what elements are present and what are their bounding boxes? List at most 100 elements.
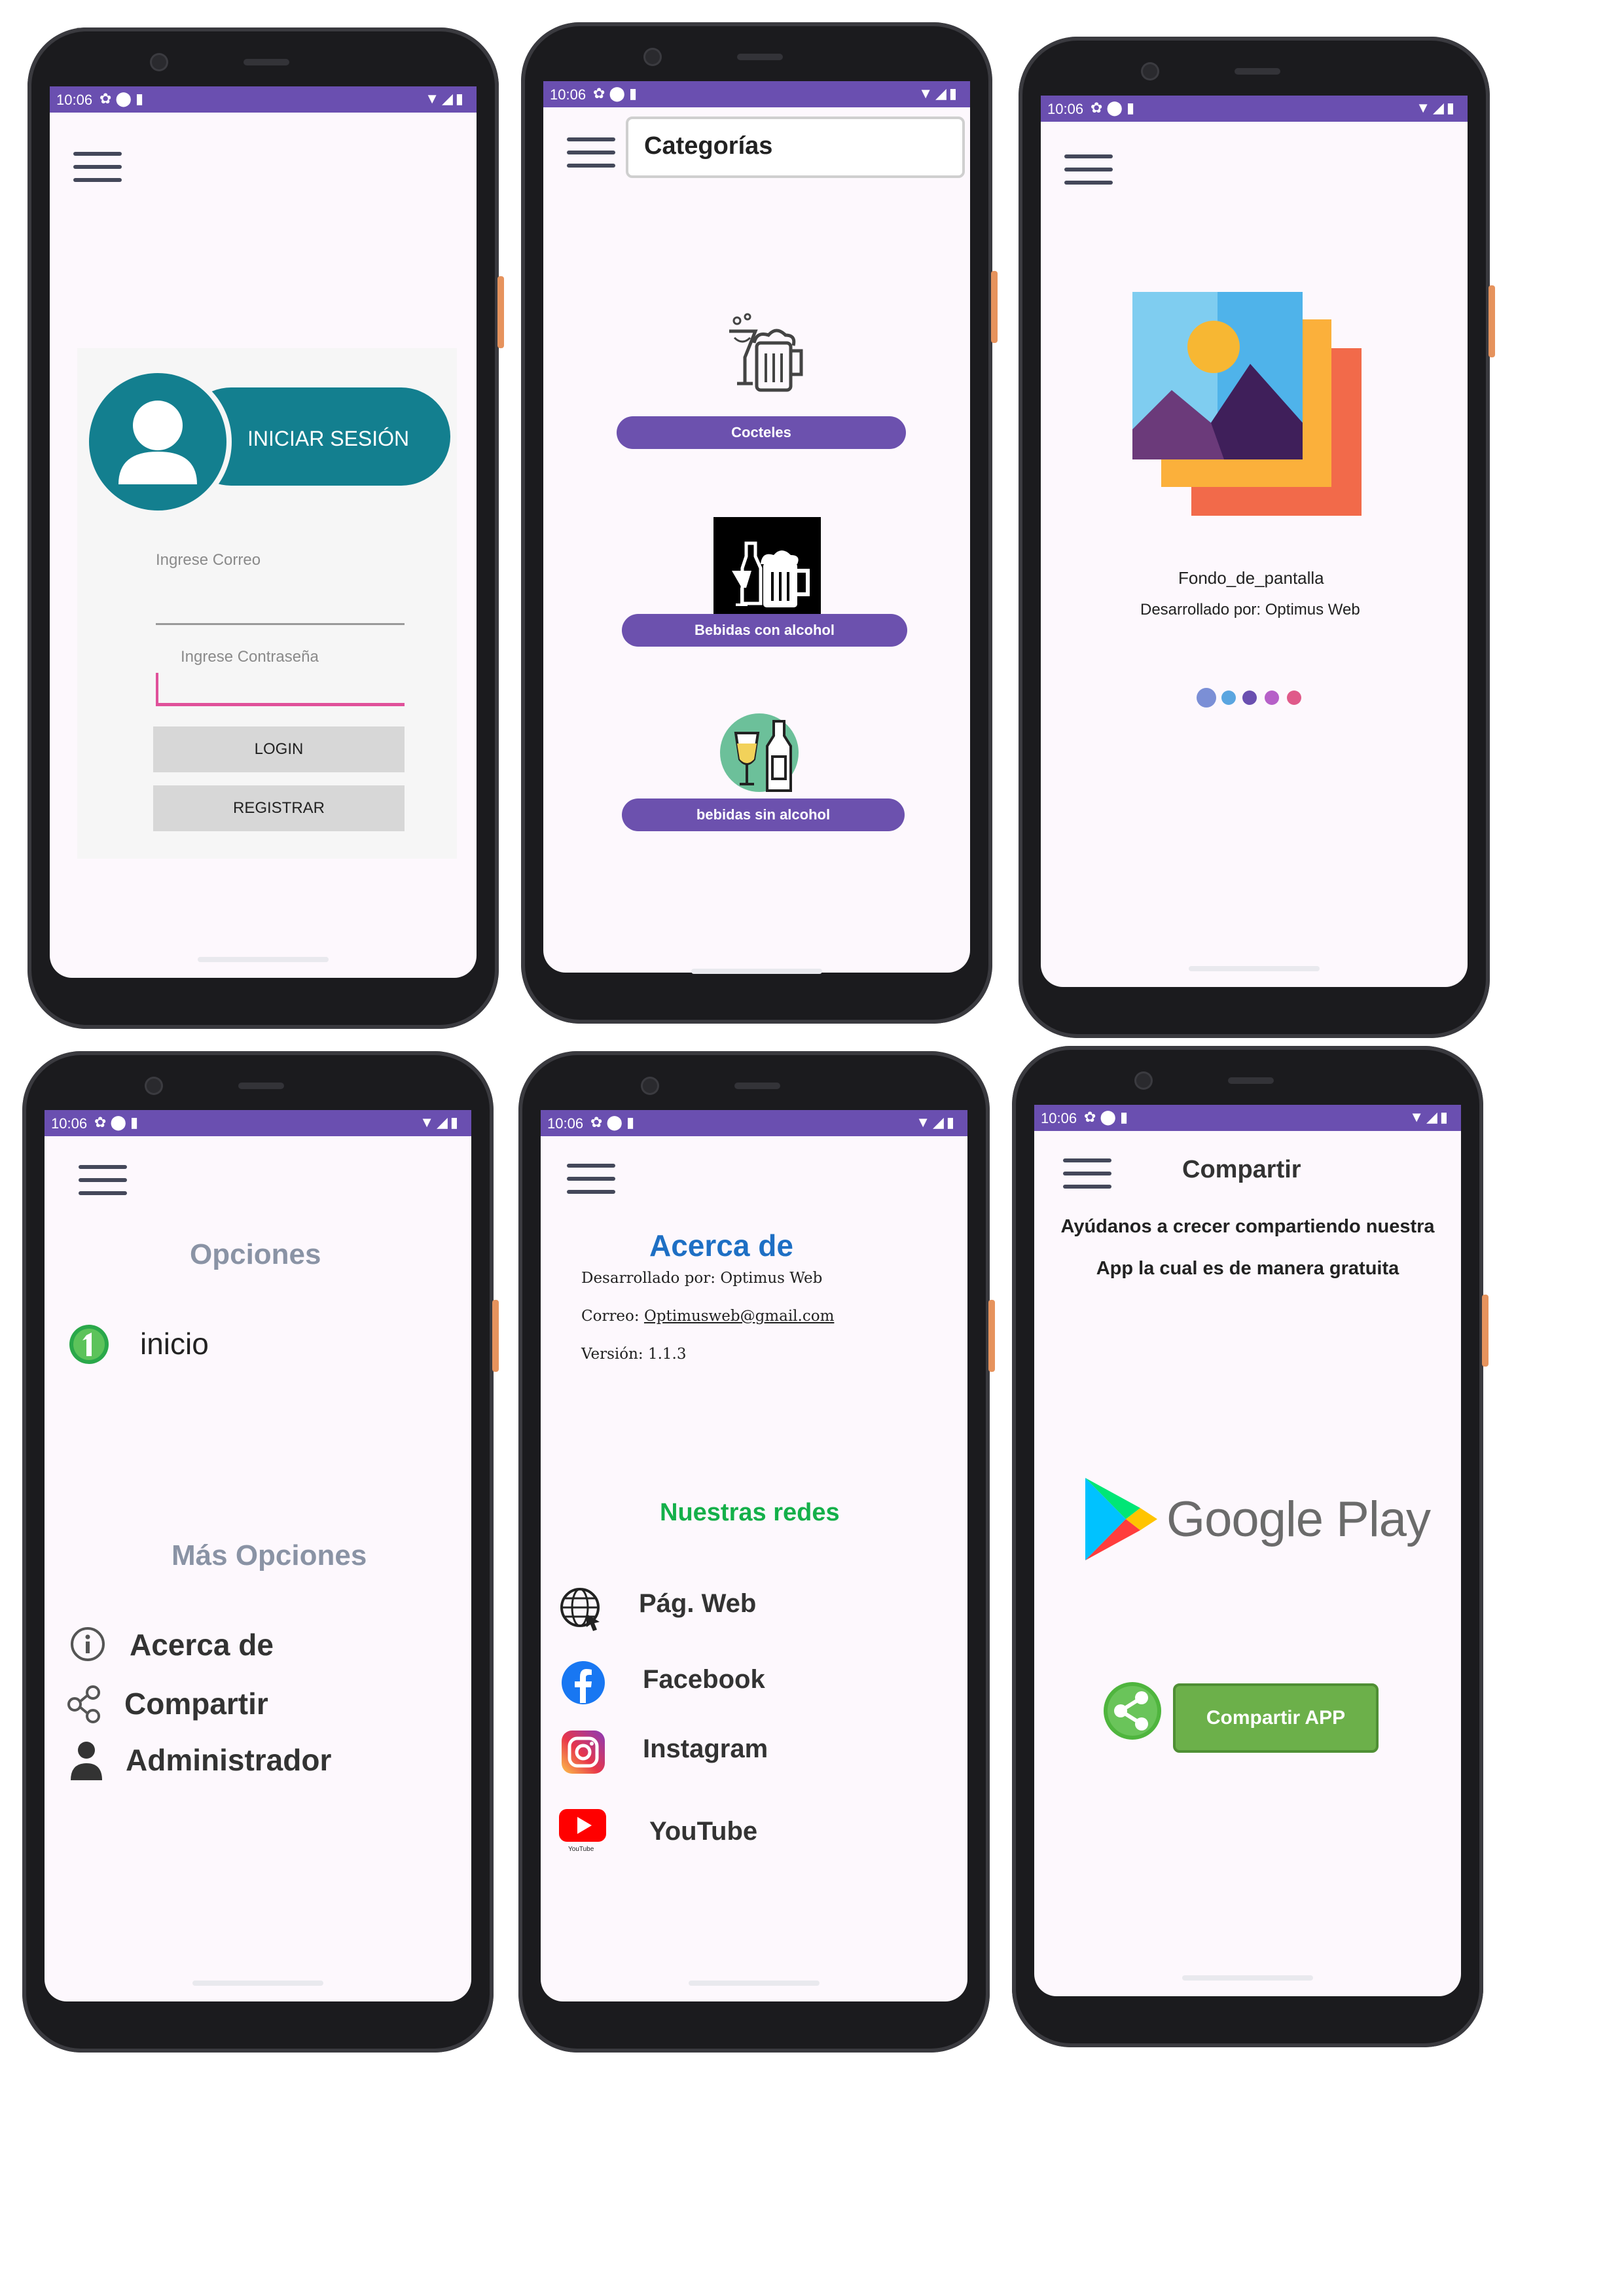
about-email-row: Correo: Optimusweb@gmail.com <box>581 1308 834 1325</box>
hamburger-menu-icon[interactable] <box>73 1152 131 1210</box>
login-button[interactable]: LOGIN <box>153 726 405 772</box>
category-cocteles-button[interactable]: Cocteles <box>617 416 906 449</box>
home-indicator[interactable] <box>689 1981 820 1986</box>
globe-icon <box>560 1588 600 1631</box>
register-button[interactable]: REGISTRAR <box>153 785 405 831</box>
hamburger-menu-icon[interactable] <box>68 139 126 196</box>
network-web-link[interactable]: Pág. Web <box>639 1589 756 1619</box>
section-title-more-options: Más Opciones <box>171 1539 367 1571</box>
front-camera <box>643 1079 657 1093</box>
hamburger-menu-icon[interactable] <box>562 124 619 182</box>
avatar <box>84 368 232 516</box>
youtube-caption: YouTube <box>568 1846 594 1853</box>
home-indicator[interactable] <box>192 1981 323 1986</box>
gallery-logo-icon <box>1132 292 1362 516</box>
share-message-line2: App la cual es de manera gratuita <box>1096 1258 1399 1279</box>
google-play-logo-icon <box>1085 1478 1157 1560</box>
home-indicator[interactable] <box>691 969 822 974</box>
status-icons: ✿⬤▮ <box>593 85 641 101</box>
signal-battery-icon: ▼◢▮ <box>1409 1109 1451 1125</box>
signal-battery-icon: ▼◢▮ <box>918 85 960 101</box>
signal-battery-icon: ▼◢▮ <box>425 90 466 107</box>
category-search-value: Categorías <box>644 132 773 160</box>
networks-title: Nuestras redes <box>660 1499 840 1526</box>
home-indicator[interactable] <box>1182 1975 1313 1981</box>
category-alcohol-button[interactable]: Bebidas con alcohol <box>622 614 907 647</box>
phone-share: 10:06 ✿⬤▮ ▼◢▮ Compartir Ayúdanos a crece… <box>1012 1046 1489 2047</box>
category-search-box[interactable]: Categorías <box>626 117 965 178</box>
loading-dot <box>1265 691 1279 705</box>
login-title: INICIAR SESIÓN <box>247 427 410 450</box>
network-facebook-link[interactable]: Facebook <box>643 1665 765 1695</box>
alcohol-drinks-icon <box>713 517 821 624</box>
status-bar: 10:06 ✿⬤▮ ▼◢▮ <box>541 1110 967 1136</box>
loading-dot <box>1221 691 1236 705</box>
splash-screen: 10:06 ✿⬤▮ ▼◢▮ Fondo_de_pantalla Desarrol… <box>1041 96 1468 987</box>
share-app-button[interactable]: Compartir APP <box>1173 1683 1379 1753</box>
about-version: Versión: 1.1.3 <box>581 1346 687 1363</box>
person-icon <box>71 1742 102 1780</box>
front-camera <box>1136 1073 1151 1088</box>
front-camera <box>152 55 166 69</box>
youtube-icon <box>559 1809 606 1842</box>
share-screen: 10:06 ✿⬤▮ ▼◢▮ Compartir Ayúdanos a crece… <box>1034 1105 1461 1996</box>
status-icons: ✿⬤▮ <box>1084 1109 1132 1125</box>
drawer-item-share[interactable]: Compartir <box>124 1686 268 1721</box>
phone-splash: 10:06 ✿⬤▮ ▼◢▮ Fondo_de_pantalla Desarrol… <box>1019 37 1495 1038</box>
home-indicator[interactable] <box>1189 966 1320 971</box>
google-play-label[interactable]: Google Play <box>1166 1491 1431 1548</box>
signal-battery-icon: ▼◢▮ <box>1416 99 1457 116</box>
password-cursor <box>156 673 158 706</box>
drawer-item-about[interactable]: Acerca de <box>130 1627 274 1662</box>
network-youtube-link[interactable]: YouTube <box>649 1817 757 1846</box>
about-screen: 10:06 ✿⬤▮ ▼◢▮ Acerca de Desarrollado por… <box>541 1110 967 2001</box>
earpiece <box>1228 1077 1274 1084</box>
phone-about: 10:06 ✿⬤▮ ▼◢▮ Acerca de Desarrollado por… <box>518 1051 995 2053</box>
about-email-link[interactable]: Optimusweb@gmail.com <box>644 1308 834 1325</box>
power-button <box>991 271 998 343</box>
status-time: 10:06 <box>56 92 93 108</box>
about-title: Acerca de <box>649 1229 793 1263</box>
home-indicator[interactable] <box>198 957 329 962</box>
status-time: 10:06 <box>547 1115 584 1132</box>
front-camera <box>147 1079 161 1093</box>
categories-screen: 10:06 ✿⬤▮ ▼◢▮ Categorías Cocteles Bebida… <box>543 81 970 973</box>
email-field[interactable]: Ingrese Correo <box>156 551 405 569</box>
network-instagram-link[interactable]: Instagram <box>643 1734 768 1764</box>
login-card: INICIAR SESIÓN Ingrese Correo Ingrese Co… <box>77 348 457 859</box>
earpiece <box>737 54 783 60</box>
front-camera <box>1143 64 1157 79</box>
password-field[interactable]: Ingrese Contraseña <box>181 648 319 666</box>
category-soft-button[interactable]: bebidas sin alcohol <box>622 798 905 831</box>
status-time: 10:06 <box>1047 101 1084 117</box>
signal-battery-icon: ▼◢▮ <box>420 1114 461 1130</box>
number-one-icon <box>69 1325 109 1364</box>
share-icon <box>67 1685 100 1723</box>
password-underline <box>156 703 405 706</box>
login-screen: 10:06 ✿⬤▮ ▼◢▮ INICIAR SESIÓN Ingrese Cor… <box>50 86 477 978</box>
drawer-item-inicio[interactable]: inicio <box>140 1326 209 1361</box>
email-underline <box>156 623 405 625</box>
earpiece <box>244 59 289 65</box>
instagram-icon <box>562 1731 605 1774</box>
loading-dot <box>1242 691 1257 705</box>
hamburger-menu-icon[interactable] <box>562 1151 619 1208</box>
power-button <box>1489 285 1495 357</box>
loading-dot <box>1197 688 1216 708</box>
status-icons: ✿⬤▮ <box>1091 99 1139 116</box>
power-button <box>988 1300 995 1372</box>
front-camera <box>645 50 660 64</box>
status-icons: ✿⬤▮ <box>99 90 148 107</box>
soft-drinks-icon <box>720 713 799 792</box>
cocktail-beer-icon <box>729 313 803 392</box>
status-icons: ✿⬤▮ <box>590 1114 639 1130</box>
phone-categories: 10:06 ✿⬤▮ ▼◢▮ Categorías Cocteles Bebida… <box>521 22 998 1024</box>
share-circle-icon[interactable] <box>1102 1681 1163 1741</box>
drawer-item-admin[interactable]: Administrador <box>126 1742 331 1778</box>
hamburger-menu-icon[interactable] <box>1058 1145 1115 1203</box>
hamburger-menu-icon[interactable] <box>1059 141 1117 199</box>
about-email-label: Correo: <box>581 1308 644 1325</box>
status-icons: ✿⬤▮ <box>94 1114 143 1130</box>
splash-app-name: Fondo_de_pantalla <box>1178 568 1324 588</box>
status-bar: 10:06 ✿⬤▮ ▼◢▮ <box>45 1110 471 1136</box>
